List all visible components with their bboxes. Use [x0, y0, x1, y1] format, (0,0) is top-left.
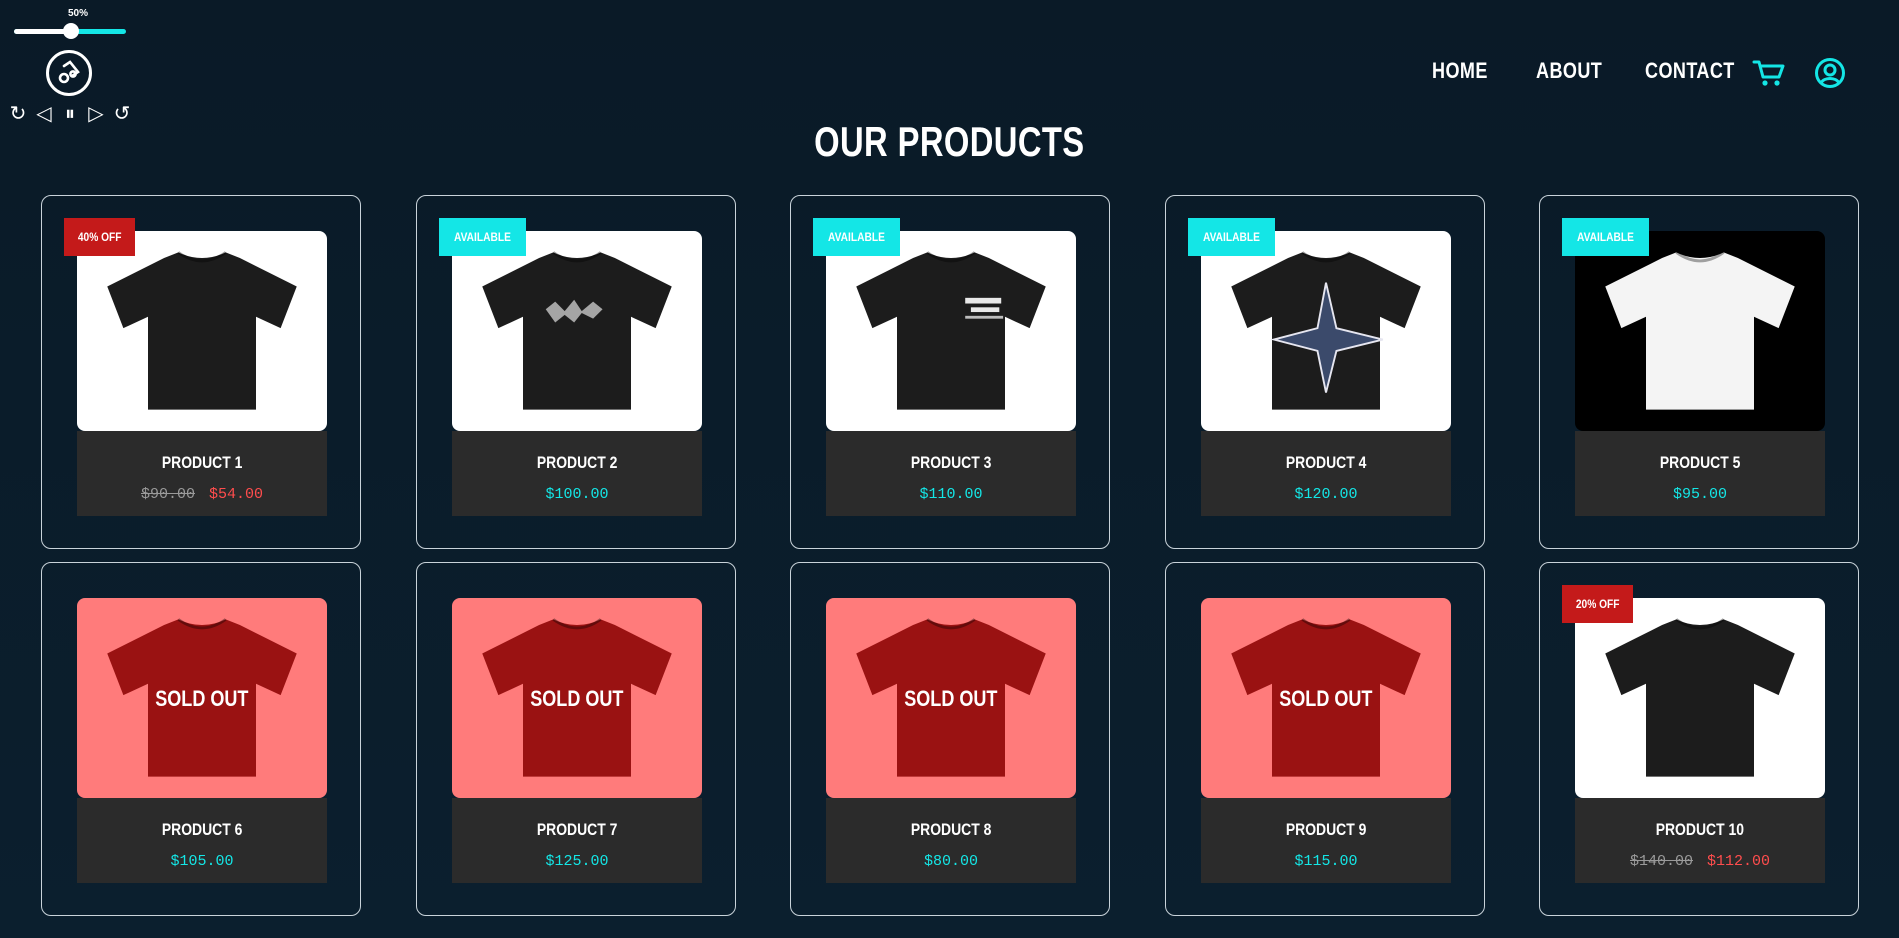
product-price: $80.00 [923, 853, 978, 870]
volume-slider-knob[interactable] [63, 23, 79, 39]
product-card[interactable]: 40% OFF PRODUCT 1 $90.00 $54.00 [41, 195, 361, 549]
product-image[interactable]: SOLD OUT [77, 598, 327, 798]
nav-home[interactable]: HOME [1432, 58, 1488, 84]
product-card[interactable]: AVAILABLE PRODUCT 5 $95.00 [1539, 195, 1859, 549]
price-row: $120.00 [1201, 486, 1451, 503]
product-price: $105.00 [170, 853, 234, 870]
sold-out-label: SOLD OUT [904, 686, 998, 711]
sale-price: $54.00 [209, 486, 264, 503]
music-disc-icon[interactable] [46, 50, 92, 96]
product-info: PRODUCT 2 $100.00 [452, 431, 702, 516]
product-badge: 20% OFF [1562, 585, 1634, 623]
product-badge: AVAILABLE [1562, 218, 1649, 256]
nav-about[interactable]: ABOUT [1536, 58, 1602, 84]
user-icon[interactable] [1814, 57, 1846, 94]
product-name: PRODUCT 10 [1655, 820, 1745, 839]
product-info: PRODUCT 5 $95.00 [1575, 431, 1825, 516]
product-price: $100.00 [545, 486, 609, 503]
product-name: PRODUCT 1 [161, 453, 243, 472]
product-card[interactable]: AVAILABLE PRODUCT 2 $100.00 [416, 195, 736, 549]
price-row: $80.00 [826, 853, 1076, 870]
product-card[interactable]: SOLD OUT PRODUCT 7 $125.00 [416, 562, 736, 916]
product-image[interactable] [77, 231, 327, 431]
product-name: PRODUCT 4 [1285, 453, 1367, 472]
product-name: PRODUCT 9 [1285, 820, 1367, 839]
product-image[interactable] [1575, 231, 1825, 431]
product-info: PRODUCT 9 $115.00 [1201, 798, 1451, 883]
price-row: $95.00 [1575, 486, 1825, 503]
product-info: PRODUCT 10 $140.00 $112.00 [1575, 798, 1825, 883]
original-price: $140.00 [1629, 853, 1693, 870]
product-name: PRODUCT 3 [910, 453, 992, 472]
product-card[interactable]: SOLD OUT PRODUCT 6 $105.00 [41, 562, 361, 916]
product-image[interactable]: SOLD OUT [452, 598, 702, 798]
price-row: $110.00 [826, 486, 1076, 503]
product-price: $125.00 [545, 853, 609, 870]
product-price: $115.00 [1294, 853, 1358, 870]
product-info: PRODUCT 7 $125.00 [452, 798, 702, 883]
sold-out-label: SOLD OUT [155, 686, 249, 711]
original-price: $90.00 [140, 486, 195, 503]
product-info: PRODUCT 6 $105.00 [77, 798, 327, 883]
product-name: PRODUCT 2 [536, 453, 618, 472]
product-info: PRODUCT 3 $110.00 [826, 431, 1076, 516]
product-price: $120.00 [1294, 486, 1358, 503]
product-price: $110.00 [919, 486, 983, 503]
sale-price: $112.00 [1707, 853, 1771, 870]
sold-out-label: SOLD OUT [530, 686, 624, 711]
product-name: PRODUCT 8 [910, 820, 992, 839]
price-row: $115.00 [1201, 853, 1451, 870]
product-image[interactable]: SOLD OUT [1201, 598, 1451, 798]
product-name: PRODUCT 6 [161, 820, 243, 839]
product-badge: AVAILABLE [1188, 218, 1275, 256]
nav-contact[interactable]: CONTACT [1645, 58, 1735, 84]
price-row: $90.00 $54.00 [77, 486, 327, 503]
product-image[interactable]: SOLD OUT [826, 598, 1076, 798]
product-name: PRODUCT 5 [1659, 453, 1741, 472]
page-title: OUR PRODUCTS [814, 118, 1085, 165]
cart-icon[interactable] [1752, 58, 1786, 93]
price-row: $140.00 $112.00 [1575, 853, 1825, 870]
product-card[interactable]: SOLD OUT PRODUCT 8 $80.00 [790, 562, 1110, 916]
product-image[interactable] [452, 231, 702, 431]
product-card[interactable]: AVAILABLE PRODUCT 3 $110.00 [790, 195, 1110, 549]
product-card[interactable]: AVAILABLE PRODUCT 4 $120.00 [1165, 195, 1485, 549]
product-info: PRODUCT 1 $90.00 $54.00 [77, 431, 327, 516]
price-row: $100.00 [452, 486, 702, 503]
product-card[interactable]: SOLD OUT PRODUCT 9 $115.00 [1165, 562, 1485, 916]
price-row: $125.00 [452, 853, 702, 870]
price-row: $105.00 [77, 853, 327, 870]
product-badge: AVAILABLE [439, 218, 526, 256]
product-name: PRODUCT 7 [536, 820, 618, 839]
product-card[interactable]: 20% OFF PRODUCT 10 $140.00 $112.00 [1539, 562, 1859, 916]
product-badge: 40% OFF [64, 218, 136, 256]
product-image[interactable] [826, 231, 1076, 431]
product-image[interactable] [1201, 231, 1451, 431]
product-price: $95.00 [1672, 486, 1727, 503]
product-image[interactable] [1575, 598, 1825, 798]
product-info: PRODUCT 8 $80.00 [826, 798, 1076, 883]
product-badge: AVAILABLE [813, 218, 900, 256]
volume-label: 50% [68, 8, 89, 19]
product-info: PRODUCT 4 $120.00 [1201, 431, 1451, 516]
sold-out-label: SOLD OUT [1279, 686, 1373, 711]
